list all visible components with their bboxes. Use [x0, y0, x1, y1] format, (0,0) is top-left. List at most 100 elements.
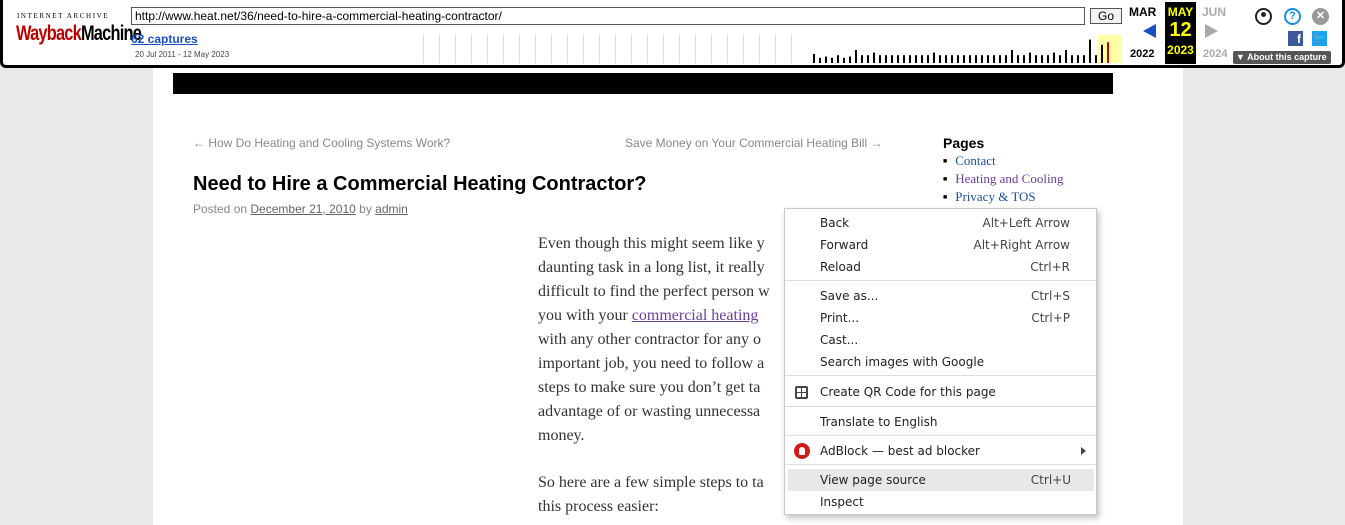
sparkline-bar [927, 55, 929, 63]
sparkline-bar [831, 57, 833, 63]
sidebar-item-label: Contact [955, 153, 996, 168]
sparkline-bar [1095, 55, 1097, 63]
internet-archive-label: INTERNET ARCHIVE [17, 12, 110, 20]
sparkline-year-divider [679, 35, 680, 63]
menu-item-translate[interactable]: Translate to English [785, 411, 1096, 433]
sparkline-bar [1089, 39, 1091, 63]
menu-item-print[interactable]: Print... Ctrl+P [785, 307, 1096, 329]
author-link[interactable]: admin [375, 202, 408, 216]
sidebar-item-label: Heating and Cooling [955, 171, 1064, 186]
current-month: MAY [1167, 5, 1194, 19]
sparkline-bar [1083, 55, 1085, 63]
sparkline-bar [879, 55, 881, 63]
about-capture-button[interactable]: ▼ About this capture [1233, 51, 1331, 64]
close-icon[interactable]: ✕ [1312, 8, 1329, 25]
qr-code-icon [795, 386, 808, 399]
twitter-icon[interactable]: 🐦 [1312, 31, 1327, 46]
article-line: So here are a few simple steps to ta [538, 474, 764, 491]
sparkline-bar [1107, 42, 1109, 63]
sparkline-bar [1053, 52, 1055, 63]
menu-item-shortcut: Alt+Right Arrow [973, 238, 1070, 252]
sparkline-bar [1041, 55, 1043, 63]
sparkline-year-divider [631, 35, 632, 63]
article-line: Even though this might seem like y [538, 235, 765, 252]
user-icon[interactable] [1255, 8, 1272, 25]
sidebar-item-heating-and-cooling[interactable]: Heating and Cooling [943, 170, 1064, 188]
menu-item-save-as[interactable]: Save as... Ctrl+S [785, 285, 1096, 307]
sparkline-year-divider [791, 35, 792, 63]
menu-item-adblock[interactable]: AdBlock — best ad blocker [785, 440, 1096, 462]
sparkline-bar [1101, 44, 1103, 63]
commercial-heating-link[interactable]: commercial heating [632, 307, 759, 324]
menu-item-create-qr[interactable]: Create QR Code for this page [785, 381, 1096, 403]
menu-item-back[interactable]: Back Alt+Left Arrow [785, 212, 1096, 234]
facebook-icon[interactable]: f [1288, 31, 1303, 46]
sparkline-year-divider [759, 35, 760, 63]
sparkline-bar [1029, 52, 1031, 63]
capture-sparkline[interactable] [423, 35, 1123, 63]
captures-link[interactable]: 62 captures [131, 32, 198, 46]
sparkline-year-divider [775, 35, 776, 63]
post-title[interactable]: Need to Hire a Commercial Heating Contra… [193, 173, 646, 196]
wayback-logo[interactable]: WaybackMachine [16, 22, 142, 46]
menu-item-shortcut: Ctrl+P [1031, 311, 1070, 325]
sparkline-bar [999, 55, 1001, 63]
menu-item-shortcut: Ctrl+S [1030, 289, 1070, 303]
wayback-logo-part1: Wayback [16, 22, 82, 45]
next-post-link[interactable]: Save Money on Your Commercial Heating Bi… [625, 136, 882, 150]
sparkline-bar [891, 55, 893, 63]
prev-post-link[interactable]: ← How Do Heating and Cooling Systems Wor… [193, 136, 450, 150]
sparkline-bar [903, 55, 905, 63]
menu-item-reload[interactable]: Reload Ctrl+R [785, 256, 1096, 278]
article-line: advantage of or wasting unnecessa [538, 403, 761, 420]
menu-item-cast[interactable]: Cast... [785, 329, 1096, 351]
sparkline-bar [933, 52, 935, 63]
article-line: important job, you need to follow a [538, 355, 765, 372]
sidebar-item-privacy-tos[interactable]: Privacy & TOS [943, 188, 1064, 206]
sidebar-item-label: Privacy & TOS [955, 189, 1036, 204]
article-line: steps to make sure you don’t get ta [538, 379, 761, 396]
sparkline-bar [849, 56, 851, 63]
url-input[interactable]: http://www.heat.net/36/need-to-hire-a-co… [131, 7, 1085, 25]
article-line: you with your commercial heating [538, 304, 798, 328]
article-line: this process easier: [538, 498, 659, 515]
article-line-text: you with your [538, 307, 628, 324]
capture-date-range: 20 Jul 2011 - 12 May 2023 [135, 50, 230, 59]
prev-month-link[interactable]: MAR [1129, 5, 1156, 19]
sparkline-year-divider [695, 35, 696, 63]
sparkline-bar [819, 57, 821, 63]
menu-item-label: Print... [820, 311, 860, 325]
sidebar-pages-list: Contact Heating and Cooling Privacy & TO… [943, 152, 1064, 206]
menu-item-inspect[interactable]: Inspect [785, 491, 1096, 513]
menu-item-label: View page source [820, 473, 926, 487]
menu-item-label: Save as... [820, 289, 879, 303]
sidebar-item-contact[interactable]: Contact [943, 152, 1064, 170]
sparkline-bar [993, 55, 995, 63]
sparkline-year-divider [487, 35, 488, 63]
sparkline-bar [1023, 55, 1025, 63]
help-icon[interactable]: ? [1284, 8, 1301, 25]
go-button[interactable]: Go [1090, 8, 1122, 24]
next-month-label: JUN [1202, 5, 1227, 19]
menu-item-label: Forward [820, 238, 869, 252]
sparkline-bar [843, 57, 845, 63]
sparkline-year-divider [711, 35, 712, 63]
sparkline-year-divider [647, 35, 648, 63]
sparkline-bar [1059, 55, 1061, 63]
post-date-link[interactable]: December 21, 2010 [250, 202, 355, 216]
menu-item-shortcut: Ctrl+U [1030, 473, 1071, 487]
current-capture-date: MAY 12 2023 [1165, 2, 1196, 64]
menu-item-view-source[interactable]: View page source Ctrl+U [788, 469, 1094, 491]
prev-year-link[interactable]: 2022 [1130, 48, 1154, 60]
menu-item-shortcut: Alt+Left Arrow [982, 216, 1070, 230]
menu-item-label: Cast... [820, 333, 859, 347]
menu-item-forward[interactable]: Forward Alt+Right Arrow [785, 234, 1096, 256]
posted-prefix: Posted on [193, 202, 248, 216]
article-body: Even though this might seem like y daunt… [538, 232, 798, 519]
sparkline-bar [981, 55, 983, 63]
menu-item-shortcut: Ctrl+R [1030, 260, 1070, 274]
header-banner [173, 73, 1113, 94]
menu-item-search-images[interactable]: Search images with Google [785, 351, 1096, 373]
menu-item-label: Search images with Google [820, 355, 985, 369]
prev-capture-arrow-icon[interactable] [1143, 24, 1156, 38]
